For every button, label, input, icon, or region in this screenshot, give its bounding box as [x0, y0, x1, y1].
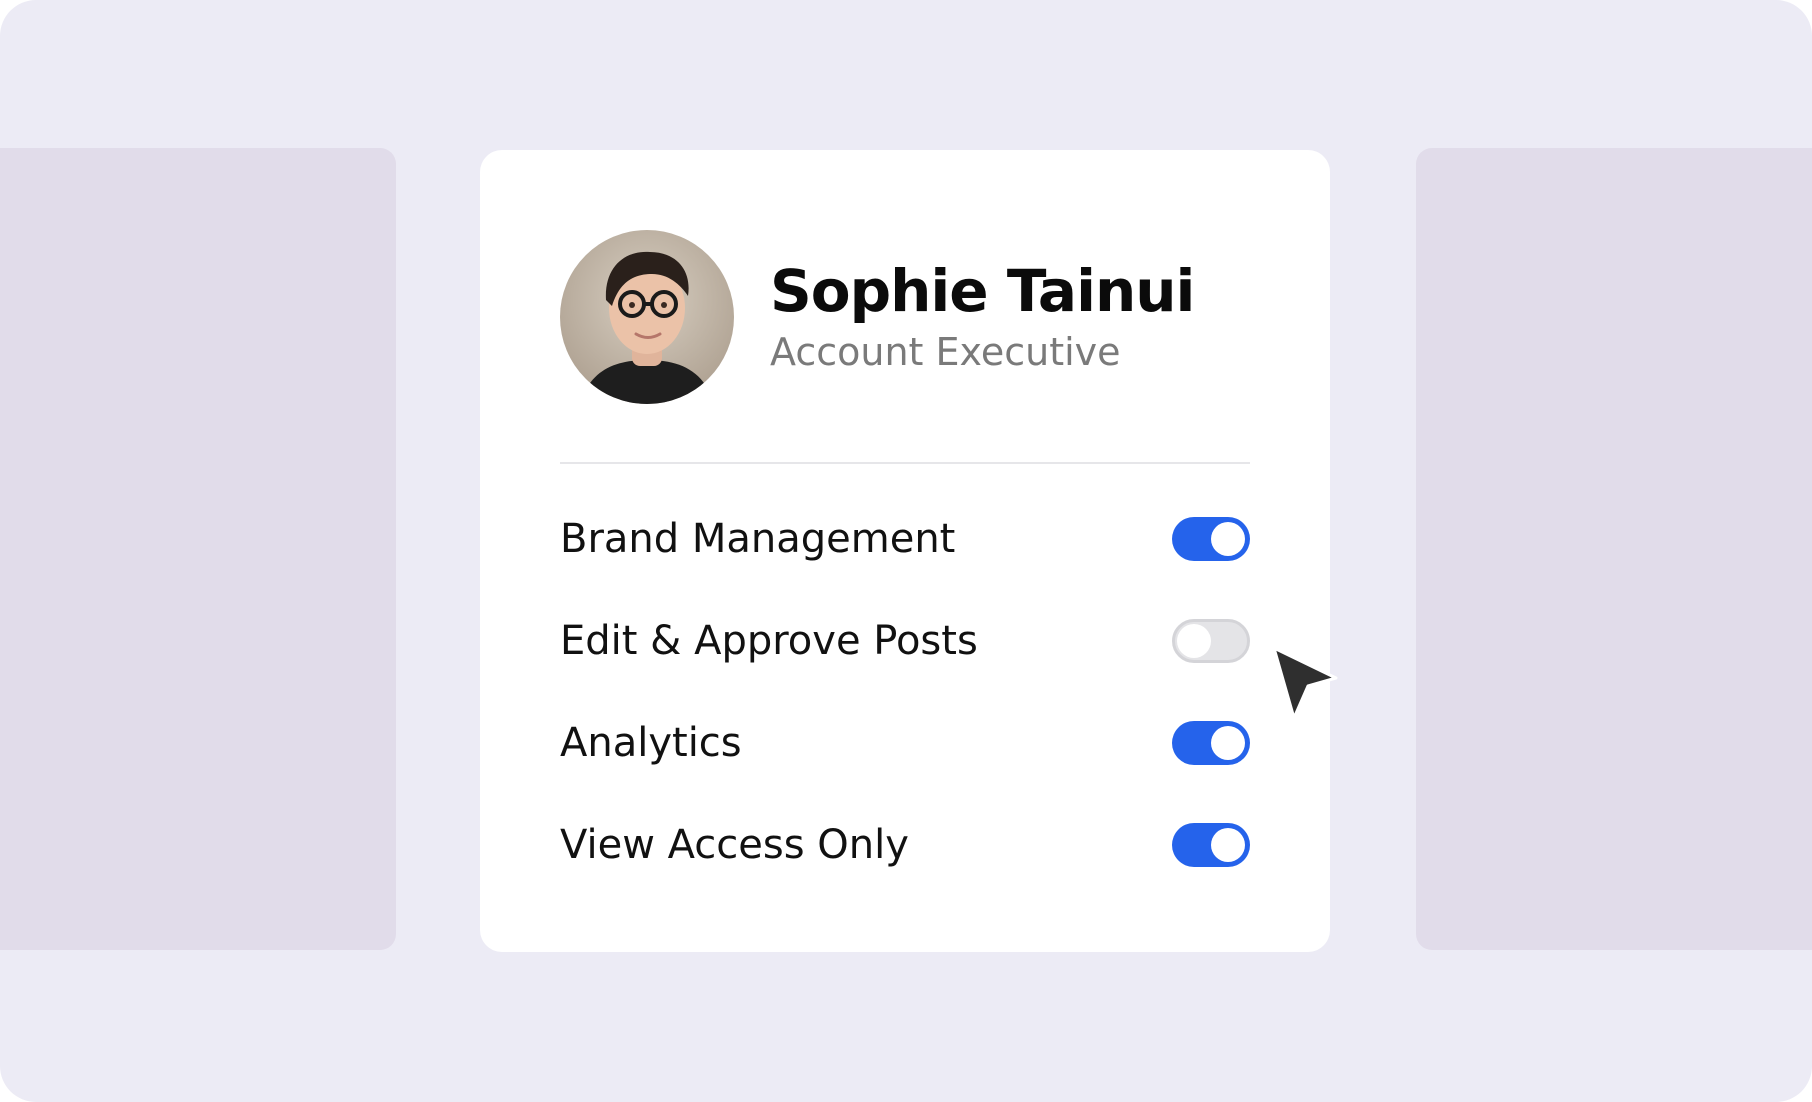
right-background-panel	[1416, 148, 1812, 950]
permission-row-view-access-only: View Access Only	[560, 794, 1250, 896]
left-background-panel	[0, 148, 396, 950]
permission-label: View Access Only	[560, 822, 909, 868]
avatar-photo-icon	[560, 230, 734, 404]
view-access-only-toggle[interactable]	[1172, 823, 1250, 867]
user-role: Account Executive	[770, 330, 1121, 374]
permissions-list: Brand Management Edit & Approve Posts An…	[560, 488, 1250, 896]
divider	[560, 462, 1250, 464]
edit-approve-posts-toggle[interactable]	[1172, 619, 1250, 663]
toggle-knob	[1211, 726, 1245, 760]
avatar	[560, 230, 734, 404]
brand-management-toggle[interactable]	[1172, 517, 1250, 561]
user-permissions-card: Sophie Tainui Account Executive Brand Ma…	[480, 150, 1330, 952]
permission-row-edit-approve-posts: Edit & Approve Posts	[560, 590, 1250, 692]
permission-label: Analytics	[560, 720, 742, 766]
toggle-knob	[1177, 624, 1211, 658]
permission-row-brand-management: Brand Management	[560, 488, 1250, 590]
user-name: Sophie Tainui	[770, 257, 1195, 325]
mouse-pointer-icon	[1272, 646, 1338, 720]
canvas-background: Sophie Tainui Account Executive Brand Ma…	[0, 0, 1812, 1102]
toggle-knob	[1211, 828, 1245, 862]
permission-label: Edit & Approve Posts	[560, 618, 978, 664]
permission-row-analytics: Analytics	[560, 692, 1250, 794]
permission-label: Brand Management	[560, 516, 956, 562]
profile-header: Sophie Tainui Account Executive	[560, 230, 1195, 404]
analytics-toggle[interactable]	[1172, 721, 1250, 765]
toggle-knob	[1211, 522, 1245, 556]
